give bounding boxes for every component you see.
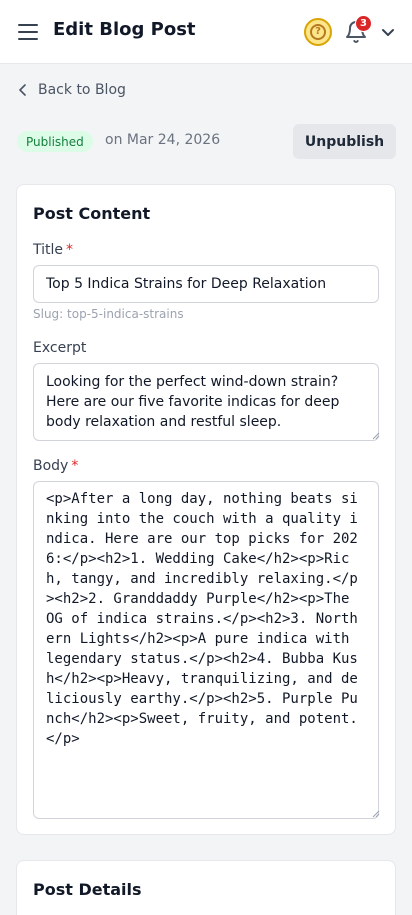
resize-handle-icon[interactable] — [372, 432, 380, 440]
required-marker: * — [71, 458, 79, 474]
post-content-heading: Post Content — [33, 204, 151, 223]
published-date: on Mar 24, 2026 — [105, 132, 221, 148]
post-details-card: Post Details — [16, 860, 396, 915]
post-content-card: Post Content Title* Slug: top-5-indica-s… — [16, 184, 396, 835]
excerpt-label: Excerpt — [33, 340, 87, 356]
chevron-down-icon[interactable] — [380, 24, 396, 40]
body-label: Body * — [33, 458, 79, 474]
help-button[interactable]: ? — [304, 18, 332, 46]
status-badge: Published — [17, 131, 93, 152]
title-label: Title * — [33, 242, 74, 258]
chevron-left-icon — [19, 84, 26, 96]
page-title: Edit Blog Post — [53, 19, 196, 40]
resize-handle-icon[interactable] — [372, 810, 380, 818]
body-textarea[interactable]: <p>After a long day, nothing beats sinki… — [33, 481, 379, 819]
top-bar: Edit Blog Post ? 3 — [0, 0, 412, 64]
back-link-label: Back to Blog — [38, 82, 126, 98]
title-input[interactable] — [33, 265, 379, 303]
help-circle-icon: ? — [310, 24, 326, 40]
unpublish-button[interactable]: Unpublish — [293, 124, 396, 159]
post-details-heading: Post Details — [33, 880, 142, 899]
slug-text: Slug: top-5-indica-strains — [33, 307, 184, 321]
excerpt-textarea[interactable]: Looking for the perfect wind-down strain… — [33, 363, 379, 441]
back-to-blog-link[interactable]: Back to Blog — [18, 80, 126, 100]
required-marker: * — [66, 242, 74, 258]
notification-count-badge: 3 — [355, 15, 372, 32]
hamburger-icon[interactable] — [18, 22, 38, 42]
